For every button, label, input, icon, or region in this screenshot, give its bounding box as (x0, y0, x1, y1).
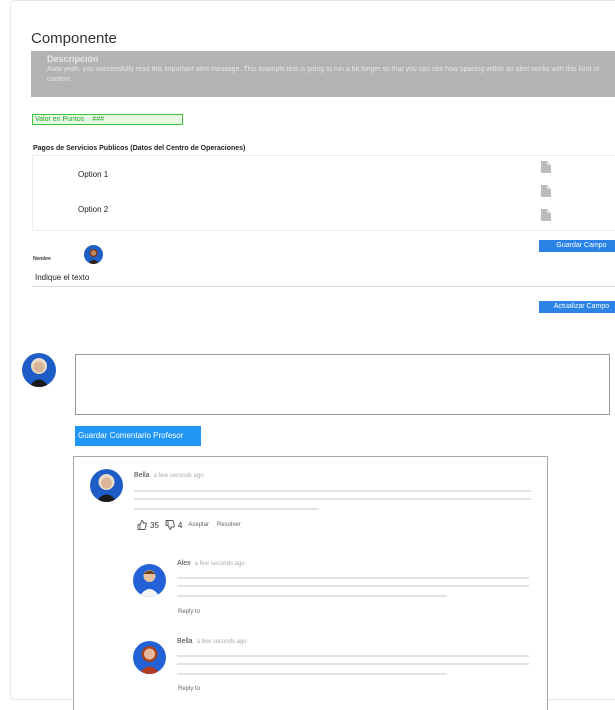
save-comment-button[interactable]: Guardar Comentario Profesor (75, 426, 201, 446)
page-title: Componente (31, 30, 117, 47)
comment-time: a few seconds ago (196, 639, 247, 645)
comment-textarea[interactable] (75, 354, 610, 415)
options-list: Option 1 Option 2 (32, 155, 615, 231)
dislikes-count: 4 (177, 520, 183, 530)
thumbs-up-icon[interactable] (137, 520, 147, 530)
comment-time: a few seconds ago (153, 473, 204, 479)
text-placeholder-line (134, 490, 531, 492)
reply-link[interactable]: Reply to (178, 686, 200, 692)
author-name[interactable]: Alex (177, 560, 191, 567)
save-field-button[interactable]: Guardar Campo (539, 240, 615, 252)
comment-actions: 35 4 Aceptar Resolver (137, 520, 249, 530)
accept-link[interactable]: Aceptar (188, 522, 209, 528)
avatar (22, 353, 56, 387)
option-2[interactable]: Option 2 (78, 205, 108, 214)
reply-link[interactable]: Reply to (178, 609, 200, 615)
alert-body: Aww yeah, you successfully read this imp… (47, 66, 600, 83)
payments-title: Pagos de Servicios Publicos (Datos del C… (33, 145, 246, 152)
points-value: ### (92, 116, 104, 123)
comment-author: Bella a few seconds ago (177, 638, 247, 645)
option-1[interactable]: Option 1 (78, 170, 108, 179)
author-name[interactable]: Bella (134, 472, 150, 479)
file-icon[interactable] (541, 161, 551, 173)
avatar (133, 564, 166, 597)
comment-author: Bella a few seconds ago (134, 472, 204, 479)
description-alert: Descripción Aww yeah, you successfully r… (31, 51, 615, 97)
text-placeholder-line (177, 655, 529, 657)
points-label: Valor en Puntos (35, 116, 85, 123)
text-value[interactable]: Indique el texto (35, 273, 89, 282)
resolve-link[interactable]: Resolver (217, 522, 241, 528)
comment-time: a few seconds ago (194, 561, 245, 567)
text-placeholder-line (177, 577, 529, 579)
file-icon[interactable] (541, 185, 551, 197)
avatar (90, 469, 123, 502)
points-field[interactable]: Valor en Puntos ### (32, 114, 183, 125)
avatar (84, 245, 103, 264)
text-placeholder-line (177, 585, 529, 587)
text-placeholder-line (134, 498, 531, 500)
alert-heading: Descripción (47, 54, 99, 64)
author-name[interactable]: Bella (177, 638, 193, 645)
text-placeholder-line (177, 673, 447, 675)
text-placeholder-line (177, 663, 529, 665)
file-icon[interactable] (541, 209, 551, 221)
likes-count: 35 (150, 520, 159, 530)
update-field-button[interactable]: Actualizar Campo (539, 301, 615, 313)
avatar (133, 641, 166, 674)
thumbs-down-icon[interactable] (165, 520, 175, 530)
comment-author: Alex a few seconds ago (177, 560, 245, 567)
name-label: Nombre (33, 256, 51, 262)
text-placeholder-line (134, 508, 319, 510)
divider (32, 286, 615, 287)
text-placeholder-line (177, 595, 447, 597)
comment-thread: Bella a few seconds ago 35 4 Aceptar Reso… (73, 456, 548, 710)
